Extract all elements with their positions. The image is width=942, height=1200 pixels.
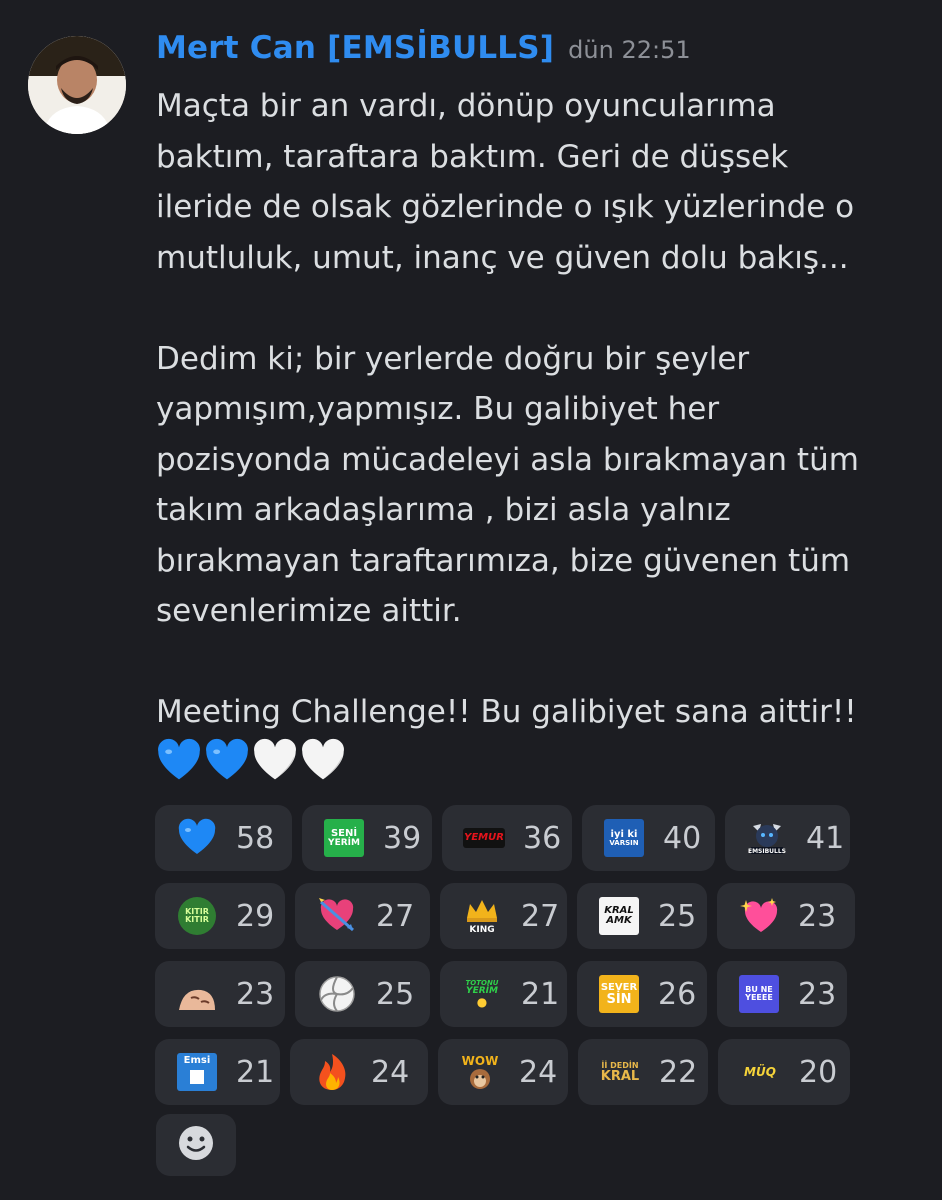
reaction-count: 27	[521, 898, 560, 934]
heart-with-arrow-icon	[315, 894, 359, 938]
volleyball-icon	[315, 972, 359, 1016]
reaction-count: 21	[521, 976, 560, 1012]
message-line: ileride de olsak gözlerinde o ışık yüzle…	[156, 189, 855, 225]
sparkling-heart-icon	[737, 894, 781, 938]
fire-icon	[310, 1050, 354, 1094]
message-content: Maçta bir an vardı, dönüp oyuncularıma b…	[156, 81, 916, 738]
face-peek-sticker-icon	[175, 972, 219, 1016]
reaction-count: 24	[371, 1054, 410, 1090]
reaction-count: 26	[658, 976, 697, 1012]
svg-text:WOW: WOW	[462, 1054, 499, 1068]
reaction-count: 25	[376, 976, 415, 1012]
message-timestamp: dün 22:51	[568, 36, 691, 64]
reaction-blue-heart[interactable]: 58	[155, 805, 292, 871]
reaction-count: 39	[383, 820, 422, 856]
kral-amk-sticker-icon: KRAL AMK	[597, 894, 641, 938]
reaction-totonu-yerim[interactable]: TOTONU YERİM ● 21	[440, 961, 567, 1027]
white-heart-icon	[302, 738, 344, 780]
reaction-count: 36	[523, 820, 562, 856]
message-line: mutluluk, umut, inanç ve güven dolu bakı…	[156, 239, 849, 276]
iyi-ki-varsin-sticker-icon: iyi ki VARSIN	[602, 816, 646, 860]
reaction-king[interactable]: KING 27	[440, 883, 567, 949]
ii-dedin-kral-sticker-icon: İİ DEDİN KRAL	[600, 1060, 640, 1084]
yemur-sticker-icon: YEMUR	[462, 816, 506, 860]
reaction-ii-dedin-kral[interactable]: İİ DEDİN KRAL 22	[578, 1039, 708, 1105]
reaction-fire[interactable]: 24	[290, 1039, 428, 1105]
blue-heart-icon	[158, 738, 200, 780]
reaction-count: 21	[236, 1054, 275, 1090]
message-line: Meeting Challenge!! Bu galibiyet sana ai…	[156, 694, 857, 730]
reaction-count: 25	[658, 898, 697, 934]
message-emojis	[156, 738, 348, 788]
message-line: baktım, taraftara baktım. Geri de düşsek	[156, 138, 789, 175]
reaction-kitir-kitir[interactable]: KITIR KITIR 29	[155, 883, 285, 949]
reaction-emsibulls[interactable]: EMSIBULLS 41	[725, 805, 850, 871]
reaction-count: 20	[799, 1054, 838, 1090]
reaction-count: 23	[236, 976, 275, 1012]
reaction-wow-monkey[interactable]: WOW 24	[438, 1039, 568, 1105]
reaction-heart-arrow[interactable]: 27	[295, 883, 430, 949]
reaction-count: 27	[376, 898, 415, 934]
reaction-count: 40	[663, 820, 702, 856]
reaction-count: 24	[519, 1054, 558, 1090]
totonu-yerim-sticker-icon: TOTONU YERİM ●	[465, 979, 499, 1009]
emsibulls-logo-icon: EMSIBULLS	[745, 816, 789, 860]
reaction-seni-yerim[interactable]: SENİ YERİM 39	[302, 805, 432, 871]
message-line: pozisyonda mücadeleyi asla bırakmayan tü…	[156, 441, 859, 478]
muq-sticker-icon: MÜQ	[744, 1065, 776, 1079]
wow-monkey-sticker-icon: WOW	[458, 1050, 502, 1094]
svg-text:KING: KING	[469, 925, 494, 935]
author-avatar[interactable]	[28, 36, 126, 134]
kitir-kitir-sticker-icon: KITIR KITIR	[175, 894, 219, 938]
smiley-face-icon	[176, 1123, 216, 1167]
king-crown-sticker-icon: KING	[460, 894, 504, 938]
message-line: takım arkadaşlarıma , bizi asla yalnız	[156, 492, 731, 528]
message-line: Maçta bir an vardı, dönüp oyuncularıma	[156, 88, 776, 124]
message-header: Mert Can [EMSİBULLS] dün 22:51	[156, 30, 691, 66]
reaction-volleyball[interactable]: 25	[295, 961, 430, 1027]
message-line: bırakmayan taraftarımıza, bize güvenen t…	[156, 542, 851, 579]
message-line: sevenlerimize aittir.	[156, 593, 462, 629]
reaction-count: 41	[806, 820, 845, 856]
message-line: Dedim ki; bir yerlerde doğru bir şeyler	[156, 340, 750, 377]
reaction-muq[interactable]: MÜQ 20	[718, 1039, 850, 1105]
seni-yerim-sticker-icon: SENİ YERİM	[322, 816, 366, 860]
white-heart-icon	[254, 738, 296, 780]
add-reaction-button[interactable]	[156, 1114, 236, 1176]
blue-heart-icon	[206, 738, 248, 780]
reaction-bu-ne-yeeee[interactable]: BU NE YEEEE 23	[717, 961, 847, 1027]
reaction-emsi-card[interactable]: Emsi 21	[155, 1039, 280, 1105]
reaction-kral-amk[interactable]: KRAL AMK 25	[577, 883, 707, 949]
reaction-face-peek[interactable]: 23	[155, 961, 285, 1027]
seversin-sticker-icon: SEVER SİN	[597, 972, 641, 1016]
author-name[interactable]: Mert Can [EMSİBULLS]	[156, 30, 554, 66]
reaction-sparkling-heart[interactable]: 23	[717, 883, 855, 949]
emsi-card-sticker-icon: Emsi	[175, 1050, 219, 1094]
message-line: yapmışım,yapmışız. Bu galibiyet her	[156, 391, 720, 427]
reaction-iyi-ki-varsin[interactable]: iyi ki VARSIN 40	[582, 805, 715, 871]
reaction-count: 23	[798, 898, 837, 934]
reaction-count: 22	[659, 1054, 698, 1090]
reaction-count: 29	[236, 898, 275, 934]
bu-ne-yeeee-sticker-icon: BU NE YEEEE	[737, 972, 781, 1016]
blue-heart-icon	[175, 816, 219, 860]
svg-text:EMSIBULLS: EMSIBULLS	[748, 848, 786, 855]
reaction-count: 23	[798, 976, 837, 1012]
reaction-seversin[interactable]: SEVER SİN 26	[577, 961, 707, 1027]
reaction-count: 58	[236, 820, 275, 856]
reaction-yemur[interactable]: YEMUR 36	[442, 805, 572, 871]
